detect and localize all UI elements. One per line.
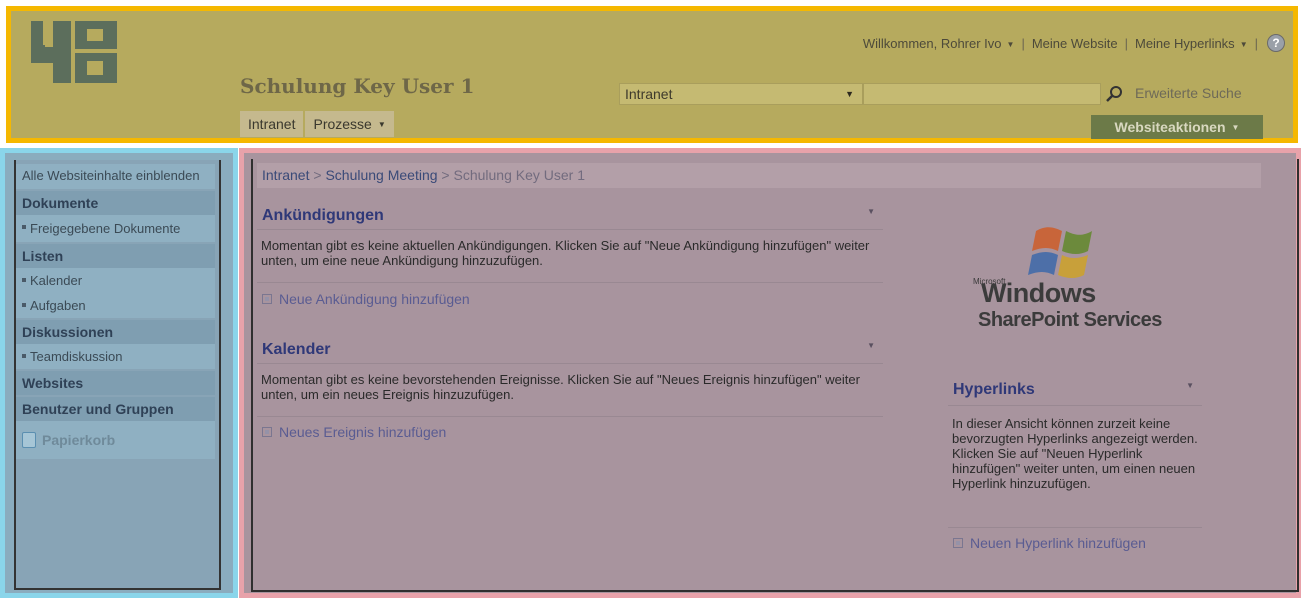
tab-prozesse[interactable]: Prozesse ▼	[305, 111, 396, 137]
separator: |	[1254, 35, 1258, 51]
add-announcement-link[interactable]: Neue Ankündigung hinzufügen	[262, 291, 470, 307]
announcements-title[interactable]: Ankündigungen	[257, 205, 883, 227]
recycle-bin-label: Papierkorb	[42, 432, 116, 448]
breadcrumb-item-schulung-meeting[interactable]: Schulung Meeting	[325, 167, 437, 183]
top-links-bar: Willkommen, Rohrer Ivo ▼ | Meine Website …	[863, 33, 1285, 53]
tab-label: Prozesse	[313, 116, 372, 132]
quick-launch-panel: Alle Websiteinhalte einblenden Dokumente…	[14, 160, 221, 590]
add-event-link[interactable]: Neues Ereignis hinzufügen	[262, 424, 446, 440]
announcements-header: Ankündigungen ▼	[257, 205, 883, 230]
add-hyperlink-label: Neuen Hyperlink hinzufügen	[970, 535, 1146, 551]
hyperlinks-title[interactable]: Hyperlinks	[948, 379, 1202, 401]
search-icon[interactable]	[1104, 84, 1126, 104]
recycle-bin-link[interactable]: Papierkorb	[16, 421, 215, 459]
tab-intranet[interactable]: Intranet	[240, 111, 306, 137]
separator: |	[1021, 35, 1025, 51]
hyperlinks-empty-text: In dieser Ansicht können zurzeit keine b…	[952, 416, 1198, 491]
top-nav-tabs: Intranet Prozesse ▼	[240, 111, 396, 137]
windows-label: Windows	[981, 278, 1096, 308]
breadcrumb-item-intranet[interactable]: Intranet	[262, 167, 309, 183]
ql-heading-dokumente[interactable]: Dokumente	[16, 191, 215, 215]
divider	[257, 282, 883, 283]
calendar-title[interactable]: Kalender	[257, 339, 883, 361]
header-region: Willkommen, Rohrer Ivo ▼ | Meine Website …	[6, 6, 1298, 143]
chevron-down-icon: ▼	[1006, 39, 1015, 49]
add-hyperlink-link[interactable]: Neuen Hyperlink hinzufügen	[953, 535, 1146, 551]
chevron-down-icon: ▼	[1239, 39, 1248, 49]
chevron-down-icon: ▼	[377, 120, 386, 129]
quick-launch-column: Alle Websiteinhalte einblenden Dokumente…	[16, 164, 215, 459]
logo-4d-icon	[25, 17, 121, 87]
ql-item-freigegebene-dokumente[interactable]: Freigegebene Dokumente	[16, 215, 215, 242]
recycle-bin-icon	[22, 432, 36, 448]
my-links-menu[interactable]: Meine Hyperlinks ▼	[1135, 36, 1248, 51]
chevron-down-icon: ▼	[845, 89, 854, 99]
webpart-menu-icon[interactable]: ▼	[1186, 381, 1194, 390]
add-item-icon	[262, 427, 272, 437]
search-scope-value: Intranet	[625, 86, 673, 102]
webpart-menu-icon[interactable]: ▼	[867, 341, 875, 350]
add-item-icon	[953, 538, 963, 548]
ql-item-aufgaben[interactable]: Aufgaben	[16, 293, 215, 318]
my-links-label: Meine Hyperlinks	[1134, 35, 1235, 51]
quick-launch-region: Alle Websiteinhalte einblenden Dokumente…	[0, 148, 238, 598]
site-actions-button[interactable]: Websiteaktionen ▼	[1091, 115, 1263, 139]
calendar-header: Kalender ▼	[257, 339, 883, 364]
tab-label: Intranet	[248, 116, 296, 132]
add-event-label: Neues Ereignis hinzufügen	[279, 424, 447, 440]
breadcrumb-separator: >	[441, 167, 450, 183]
ql-heading-listen[interactable]: Listen	[16, 244, 215, 268]
welcome-menu[interactable]: Willkommen, Rohrer Ivo ▼	[863, 36, 1015, 51]
separator: |	[1124, 35, 1128, 51]
main-content-region: Intranet > Schulung Meeting > Schulung K…	[239, 148, 1301, 598]
divider	[257, 416, 883, 417]
welcome-label: Willkommen, Rohrer Ivo	[862, 35, 1002, 51]
wss-logo: Microsoft Windows SharePoint Services	[973, 221, 1183, 331]
my-site-link[interactable]: Meine Website	[1032, 36, 1118, 51]
ql-heading-benutzer-und-gruppen[interactable]: Benutzer und Gruppen	[16, 397, 215, 421]
site-logo[interactable]	[25, 17, 121, 87]
site-actions-label: Websiteaktionen	[1114, 119, 1226, 135]
main-frame: Intranet > Schulung Meeting > Schulung K…	[251, 159, 1299, 592]
add-announcement-label: Neue Ankündigung hinzufügen	[279, 291, 470, 307]
ql-heading-diskussionen[interactable]: Diskussionen	[16, 320, 215, 344]
sharepoint-services-label: SharePoint Services	[978, 309, 1162, 331]
hyperlinks-header: Hyperlinks ▼	[948, 379, 1202, 406]
advanced-search-link[interactable]: Erweiterte Suche	[1135, 85, 1242, 101]
ql-item-kalender[interactable]: Kalender	[16, 268, 215, 293]
chevron-down-icon: ▼	[1231, 123, 1240, 132]
add-item-icon	[262, 294, 272, 304]
ql-item-teamdiskussion[interactable]: Teamdiskussion	[16, 344, 215, 369]
help-icon[interactable]: ?	[1267, 34, 1285, 52]
search-input[interactable]	[863, 83, 1101, 105]
view-all-content-link[interactable]: Alle Websiteinhalte einblenden	[16, 164, 215, 189]
site-title[interactable]: Schulung Key User 1	[240, 74, 474, 98]
webpart-menu-icon[interactable]: ▼	[867, 207, 875, 216]
announcements-empty-text: Momentan gibt es keine aktuellen Ankündi…	[261, 238, 870, 268]
ql-heading-websites[interactable]: Websites	[16, 371, 215, 395]
calendar-empty-text: Momentan gibt es keine bevorstehenden Er…	[261, 372, 860, 402]
breadcrumb: Intranet > Schulung Meeting > Schulung K…	[257, 163, 1261, 188]
breadcrumb-item-current: Schulung Key User 1	[453, 167, 586, 183]
divider	[948, 527, 1202, 528]
breadcrumb-separator: >	[313, 167, 322, 183]
search-scope-select[interactable]: Intranet ▼	[619, 83, 863, 105]
